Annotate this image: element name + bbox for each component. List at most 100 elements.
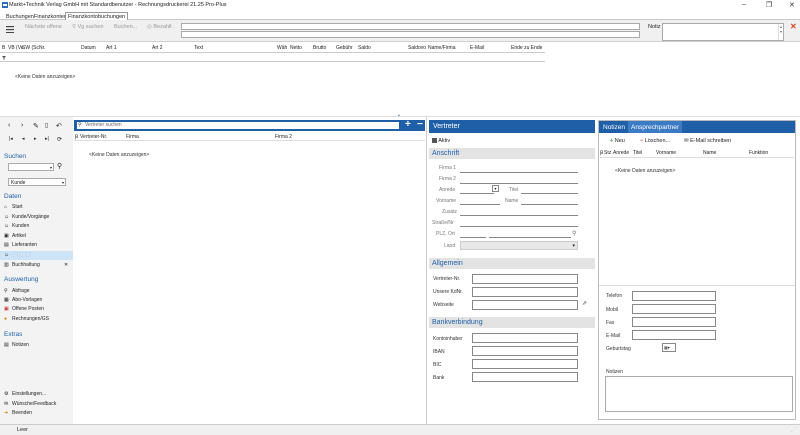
land-select[interactable]: ▾ xyxy=(460,241,578,250)
sidebar-item-kunde-vorgaenge[interactable]: ☺ Kunde/Vorgänge xyxy=(4,214,49,220)
filter-icon[interactable] xyxy=(2,56,6,60)
remove-button[interactable]: − xyxy=(417,119,423,130)
undo-icon[interactable]: ↶ xyxy=(56,122,62,130)
sidebar-item-abfrage[interactable]: ⚲ Abfrage xyxy=(4,288,30,294)
contacts-col-check[interactable]: Ꞵ xyxy=(600,150,603,156)
delete-contact-button[interactable]: − Löschen... xyxy=(640,138,670,144)
sidebar-item-notizen[interactable]: ▤ Notizen xyxy=(4,342,29,348)
email-input[interactable] xyxy=(632,330,716,340)
sidebar-item-vertreter[interactable]: ☺ Vertreter xyxy=(4,252,31,258)
list-col-vertreter-nr[interactable]: Vertreter-Nr. xyxy=(80,134,107,140)
splitter-handle[interactable]: • xyxy=(398,114,402,119)
list-search-input[interactable]: ⚲ Vertreter suchen xyxy=(77,122,399,129)
contacts-col-stz[interactable]: Stz xyxy=(604,150,611,156)
contacts-col-titel[interactable]: Titel xyxy=(633,150,642,156)
firma2-input[interactable] xyxy=(460,183,578,184)
vorname-input[interactable] xyxy=(460,204,500,205)
contacts-col-funktion[interactable]: Funktion xyxy=(749,150,768,156)
resize-grip-icon[interactable]: ⋰ xyxy=(791,427,796,433)
notes-line-1[interactable] xyxy=(181,23,640,30)
location-pin-icon[interactable]: ⚲ xyxy=(572,230,576,237)
add-button[interactable]: + xyxy=(405,119,411,130)
col-art1[interactable]: Art 1 xyxy=(106,45,117,51)
sidebar-item-buchhaltung[interactable]: ▥ Buchhaltung ✕ xyxy=(4,262,68,268)
bank-input[interactable] xyxy=(472,372,578,382)
clear-icon[interactable]: ✕ xyxy=(790,22,797,31)
sidebar-item-abo-vorlagen[interactable]: ▦ Abo-Vorlagen xyxy=(4,297,42,303)
plz-input[interactable] xyxy=(460,237,486,238)
sidebar-item-lieferanten[interactable]: ▤ Lieferanten xyxy=(4,242,37,248)
forward-icon[interactable]: › xyxy=(21,122,23,129)
sidebar-item-offene-posten[interactable]: ▣ Offene Posten xyxy=(4,306,44,312)
col-brutto[interactable]: Brutto xyxy=(313,45,326,51)
first-record-icon[interactable]: |◂ xyxy=(9,136,13,142)
search-icon[interactable]: ⚲ xyxy=(57,162,62,170)
col-gebuehr[interactable]: Gebühr xyxy=(336,45,353,51)
book-button[interactable]: Buchen... xyxy=(114,24,137,30)
zusatz-input[interactable] xyxy=(460,215,578,216)
anrede-dropdown-icon[interactable]: ▾ xyxy=(492,185,499,192)
notes-line-2[interactable] xyxy=(181,31,640,38)
firma1-input[interactable] xyxy=(460,172,578,173)
sidebar-item-einstellungen[interactable]: ⚙ Einstellungen... xyxy=(4,391,46,397)
sidebar-item-feedback[interactable]: ✉ Wünsche/Feedback xyxy=(4,401,56,407)
write-email-button[interactable]: ✉ E-Mail schreiben xyxy=(684,138,731,144)
col-b[interactable]: B xyxy=(2,45,5,51)
search-dropdown-icon[interactable]: ▾ xyxy=(50,165,52,170)
last-record-icon[interactable]: ▸| xyxy=(45,136,49,142)
telefon-input[interactable] xyxy=(632,291,716,301)
refresh-icon[interactable]: ⟳ xyxy=(57,136,62,143)
fax-input[interactable] xyxy=(632,317,716,327)
kdnr-input[interactable] xyxy=(472,287,578,297)
notes-field[interactable]: ▴ ▾ xyxy=(662,23,784,41)
col-text[interactable]: Text xyxy=(194,45,203,51)
edit-icon[interactable]: ✎ xyxy=(33,122,39,130)
col-nr[interactable]: Nr. xyxy=(39,45,45,51)
col-art2[interactable]: Art 2 xyxy=(152,45,163,51)
grid-filter-row[interactable] xyxy=(0,53,545,62)
anrede-select[interactable] xyxy=(460,193,494,194)
name-input[interactable] xyxy=(521,204,578,205)
chevron-down-icon[interactable]: ▾ xyxy=(62,180,64,185)
ort-input[interactable] xyxy=(489,237,571,238)
contacts-col-anrede[interactable]: Anrede xyxy=(613,150,629,156)
list-col-check[interactable]: Ꞵ xyxy=(75,134,78,140)
chevron-down-icon[interactable]: ▾ xyxy=(572,243,575,249)
col-ende-zu-ende[interactable]: Ende zu Ende xyxy=(511,45,542,51)
vertreter-nr-input[interactable] xyxy=(472,274,578,284)
sidebar-item-beenden[interactable]: ➜ Beenden xyxy=(4,410,32,416)
next-open-button[interactable]: Nächste offene xyxy=(25,24,62,30)
col-datum[interactable]: Datum xyxy=(81,45,96,51)
kontoinhaber-input[interactable] xyxy=(472,333,578,343)
tab-notizen[interactable]: Notizen xyxy=(603,124,625,131)
birthday-date-picker[interactable]: ▦▾ xyxy=(662,343,676,352)
contact-notes-input[interactable] xyxy=(605,376,793,412)
col-saldo[interactable]: Saldo xyxy=(358,45,371,51)
minimize-button[interactable]: – xyxy=(742,1,746,8)
close-icon[interactable]: ✕ xyxy=(64,262,68,268)
open-link-icon[interactable]: ⇗ xyxy=(582,300,587,307)
titel-input[interactable] xyxy=(521,193,578,194)
iban-input[interactable] xyxy=(472,346,578,356)
col-waehrung[interactable]: Wäh xyxy=(277,45,287,51)
col-email[interactable]: E-Mail xyxy=(470,45,484,51)
close-button[interactable]: ✕ xyxy=(789,1,795,9)
tab-finanzkontobuchungen[interactable]: Finanzkontobuchungen xyxy=(65,12,129,20)
notes-scroll[interactable]: ▴ ▾ xyxy=(778,24,783,40)
next-record-icon[interactable]: ▸ xyxy=(34,136,37,142)
menu-icon[interactable] xyxy=(6,26,14,33)
sidebar-item-artikel[interactable]: ▣ Artikel xyxy=(4,233,26,239)
list-col-firma2[interactable]: Firma 2 xyxy=(275,134,292,140)
contacts-col-name[interactable]: Name xyxy=(703,150,716,156)
new-contact-button[interactable]: + Neu xyxy=(610,138,625,144)
maximize-button[interactable]: ❐ xyxy=(766,1,772,9)
paid-button[interactable]: ◎ Bezahlt xyxy=(147,24,172,30)
col-name-firma[interactable]: Name/Firma xyxy=(428,45,456,51)
strasse-input[interactable] xyxy=(460,226,578,227)
col-sw[interactable]: SW (Sc xyxy=(22,45,39,51)
prev-record-icon[interactable]: ◂ xyxy=(22,136,25,142)
active-checkbox[interactable]: Aktiv xyxy=(432,138,450,144)
sidebar-item-kunden[interactable]: ☺ Kunden xyxy=(4,223,29,229)
bic-input[interactable] xyxy=(472,359,578,369)
website-input[interactable] xyxy=(472,300,578,310)
